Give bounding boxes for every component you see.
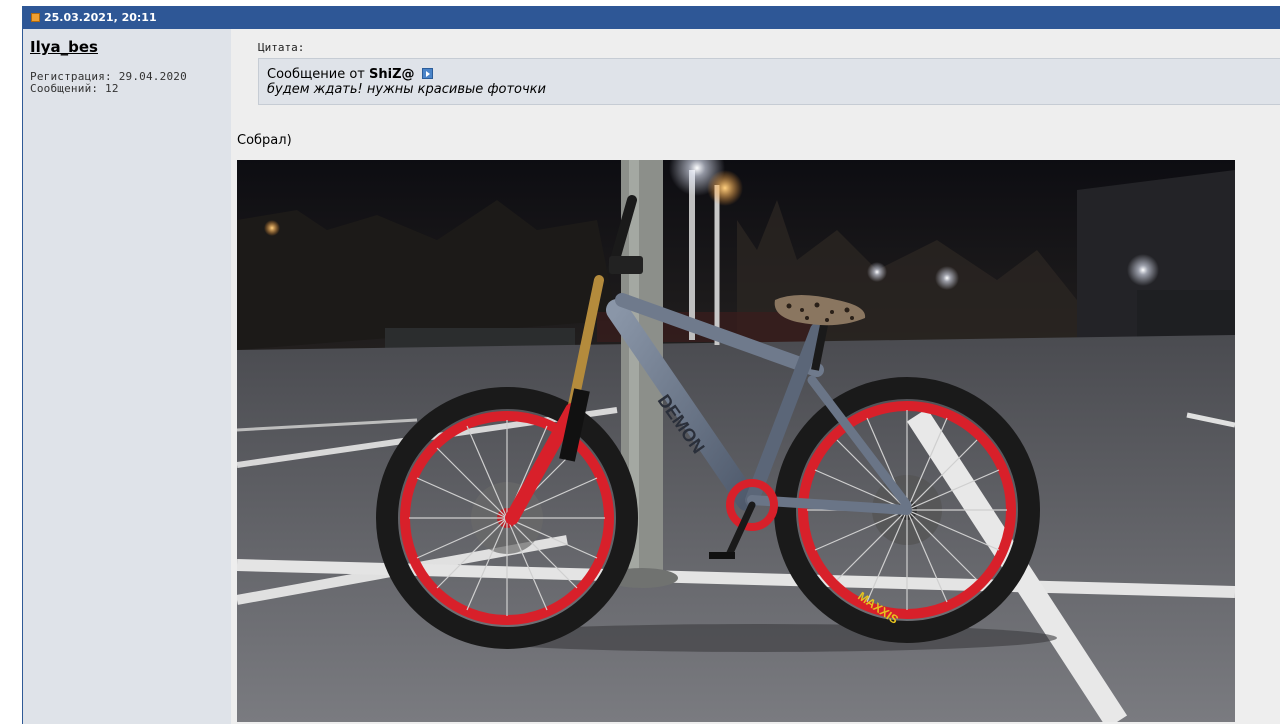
- post-content: Цитата: Сообщение от ShiZ@ будем ждать! …: [231, 29, 1280, 724]
- street-light: [707, 170, 743, 206]
- message-count: Сообщений: 12: [30, 82, 119, 95]
- stem: [609, 256, 643, 274]
- post-message-text: Собрал): [237, 133, 292, 148]
- street-light: [264, 220, 280, 236]
- username-link[interactable]: Ilya_bes: [30, 38, 98, 56]
- post-date: 25.03.2021, 20:11: [44, 11, 157, 24]
- post-header: 25.03.2021, 20:11: [23, 6, 1280, 29]
- quote-author: ShiZ@: [369, 67, 415, 82]
- user-meta: Регистрация: 29.04.2020 Сообщений: 12: [30, 71, 187, 95]
- quote-from: Сообщение от ShiZ@: [267, 67, 1279, 82]
- user-info-column: Ilya_bes Регистрация: 29.04.2020 Сообщен…: [23, 29, 231, 724]
- post: 25.03.2021, 20:11 Ilya_bes Регистрация: …: [22, 6, 1280, 724]
- street-light: [867, 262, 887, 282]
- quote-from-prefix: Сообщение от: [267, 67, 365, 82]
- quote-label: Цитата:: [258, 41, 305, 54]
- street-light: [935, 266, 959, 290]
- street-light: [1127, 254, 1159, 286]
- bicycle-photo[interactable]: MAXXIS DEMON: [237, 160, 1235, 722]
- quote-text: будем ждать! нужны красивые фоточки: [267, 82, 546, 97]
- post-status-icon: [31, 12, 40, 22]
- pedal: [709, 552, 735, 559]
- quote-box: Сообщение от ShiZ@ будем ждать! нужны кр…: [258, 58, 1280, 105]
- view-post-arrow-icon[interactable]: [421, 68, 433, 79]
